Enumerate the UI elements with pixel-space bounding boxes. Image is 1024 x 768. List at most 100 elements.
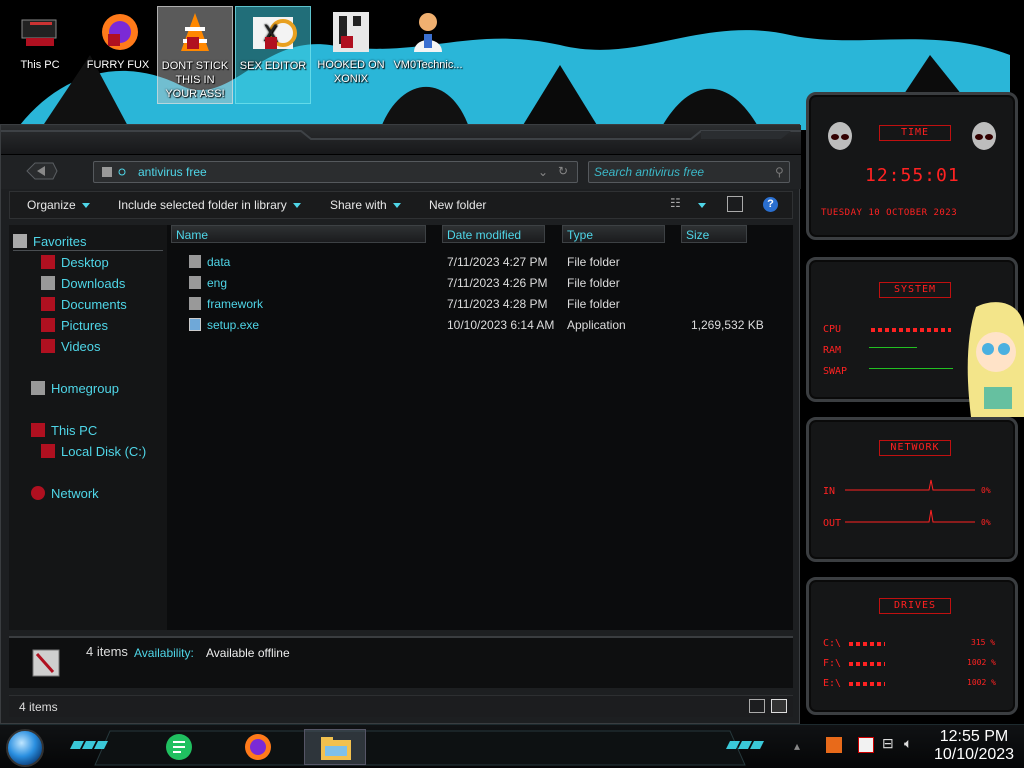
nav-local-disk[interactable]: Local Disk (C:)	[41, 443, 146, 461]
back-button[interactable]	[23, 159, 59, 183]
tiles-view-icon[interactable]	[771, 699, 787, 713]
desktop-icon-vm0technic[interactable]: VM0Technic...	[390, 6, 466, 104]
nav-pictures[interactable]: Pictures	[41, 317, 108, 335]
file-type: File folder	[567, 297, 620, 311]
view-options-icon[interactable]: ☷	[670, 196, 681, 210]
table-row[interactable]: eng 7/11/2023 4:26 PM File folder	[167, 273, 793, 294]
nav-desktop[interactable]: Desktop	[41, 254, 109, 272]
window-title-bar[interactable]	[1, 125, 801, 155]
address-text: antivirus free	[138, 165, 207, 179]
column-header-date[interactable]: Date modified	[442, 225, 545, 243]
cpu-label: CPU	[823, 324, 842, 335]
drive-label: F:\	[823, 658, 842, 669]
drive-usage: 1002 %	[967, 658, 996, 667]
search-input[interactable]	[594, 164, 764, 180]
help-icon[interactable]: ?	[763, 197, 778, 212]
desktop-icon-furry-fux[interactable]: FURRY FUX	[80, 6, 156, 104]
show-hidden-icons[interactable]: ▴	[794, 739, 800, 753]
system-gadget-title: SYSTEM	[879, 282, 951, 298]
folder-icon	[189, 276, 201, 289]
back-arrow-icon	[26, 162, 58, 180]
nav-videos[interactable]: Videos	[41, 338, 101, 356]
organize-button[interactable]: Organize	[27, 198, 90, 212]
nav-network[interactable]: Network	[31, 485, 99, 503]
swap-label: SWAP	[823, 366, 848, 377]
nav-label: Network	[51, 486, 99, 501]
nav-this-pc[interactable]: This PC	[31, 422, 97, 440]
caret-down-icon	[81, 203, 90, 209]
column-header-size[interactable]: Size	[681, 225, 747, 243]
search-box[interactable]: ⚲	[588, 161, 790, 183]
desktop-icon-vlc[interactable]: DONT STICK THIS IN YOUR ASS!	[157, 6, 233, 104]
network-gadget: NETWORK IN OUT 0% 0%	[806, 417, 1018, 562]
action-center-flag-icon[interactable]	[858, 737, 874, 753]
new-folder-button[interactable]: New folder	[429, 198, 486, 212]
share-with-button[interactable]: Share with	[330, 198, 401, 212]
table-row[interactable]: framework 7/11/2023 4:28 PM File folder	[167, 294, 793, 315]
nav-label: Desktop	[61, 255, 109, 270]
column-header-type[interactable]: Type	[562, 225, 665, 243]
view-caret-icon[interactable]	[698, 203, 706, 208]
taskbar-file-explorer[interactable]	[304, 729, 366, 765]
firefox-icon	[94, 8, 142, 56]
include-in-library-button[interactable]: Include selected folder in library	[118, 198, 301, 212]
homegroup-icon	[31, 381, 45, 395]
alien-head-icon	[828, 122, 852, 150]
taskbar: ▴ ⊟ 🔈︎ 12:55 PM 10/10/2023	[0, 724, 1024, 768]
caret-down-icon	[392, 203, 401, 209]
nav-homegroup[interactable]: Homegroup	[31, 380, 119, 398]
explorer-window: antivirus free ⌄ ↻ ⚲ Organize Include se…	[0, 124, 801, 724]
address-bar[interactable]: antivirus free ⌄ ↻	[93, 161, 578, 183]
tray-app-icon[interactable]	[826, 737, 842, 753]
network-icon	[31, 486, 45, 500]
notes-app-icon	[166, 734, 192, 760]
details-view-icon[interactable]	[749, 699, 765, 713]
downloads-icon	[41, 276, 55, 290]
nav-label: Videos	[61, 339, 101, 354]
swap-meter	[869, 368, 953, 369]
taskbar-notes-app[interactable]	[150, 729, 212, 765]
details-pane: 4 items Availability: Available offline	[9, 636, 793, 688]
preview-pane-icon[interactable]	[727, 196, 743, 212]
nav-label: Downloads	[61, 276, 126, 291]
net-in-value: 0%	[981, 486, 991, 495]
nav-favorites[interactable]: Favorites	[13, 233, 163, 251]
refresh-icon[interactable]: ↻	[558, 164, 568, 178]
table-row[interactable]: data 7/11/2023 4:27 PM File folder	[167, 252, 793, 273]
time-gadget: TIME 12:55:01 TUESDAY 10 OCTOBER 2023	[806, 92, 1018, 240]
volume-icon[interactable]: 🔈︎	[904, 735, 912, 752]
application-icon	[189, 318, 201, 331]
desktop-icon-label: HOOKED ON XONIX	[317, 59, 385, 85]
desktop-folder-icon	[41, 255, 55, 269]
time-gadget-title: TIME	[879, 125, 951, 141]
include-label: Include selected folder in library	[118, 198, 287, 212]
system-clock[interactable]: 12:55 PM 10/10/2023	[930, 728, 1018, 764]
chevron-down-icon[interactable]: ⌄	[538, 165, 548, 179]
desktop-icon-this-pc[interactable]: This PC	[2, 6, 78, 104]
search-icon: ⚲	[775, 165, 784, 179]
vlc-cone-icon	[171, 9, 219, 57]
drive-usage: 315 %	[971, 638, 996, 647]
drive-icon	[41, 444, 55, 458]
column-header-name[interactable]: Name	[171, 225, 426, 243]
folder-path-icon	[102, 167, 126, 177]
file-list: Name Date modified Type Size data 7/11/2…	[167, 225, 793, 630]
taskbar-firefox[interactable]	[228, 729, 290, 765]
drive-meter	[849, 662, 885, 666]
address-row: antivirus free ⌄ ↻ ⚲	[1, 155, 801, 189]
drive-label: E:\	[823, 678, 842, 689]
pictures-icon	[41, 318, 55, 332]
share-label: Share with	[330, 198, 387, 212]
xonix-game-icon	[327, 8, 375, 56]
nav-documents[interactable]: Documents	[41, 296, 127, 314]
network-gadget-title: NETWORK	[879, 440, 951, 456]
nav-label: This PC	[51, 423, 98, 438]
file-type: File folder	[567, 276, 620, 290]
nav-downloads[interactable]: Downloads	[41, 275, 125, 293]
xd-editor-icon: X	[249, 9, 297, 57]
technician-icon	[404, 8, 452, 56]
desktop-icon-sex-editor[interactable]: X SEX EDITOR	[235, 6, 311, 104]
network-status-icon[interactable]: ⊟	[882, 735, 894, 752]
desktop-icon-xonix[interactable]: HOOKED ON XONIX	[313, 6, 389, 104]
table-row[interactable]: setup.exe 10/10/2023 6:14 AM Application…	[167, 315, 793, 336]
